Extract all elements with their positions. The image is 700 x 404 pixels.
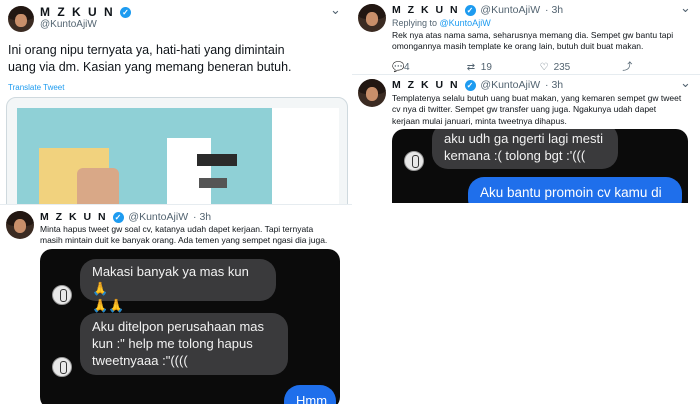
tweet-main: M Z K U N ✓ @KuntoAjiW ⌄ Ini orang nipu … (0, 0, 352, 230)
replying-to: Replying to @KuntoAjiW (392, 18, 491, 28)
more-icon[interactable]: ⌄ (680, 75, 691, 91)
chat-bubble-sent: Hmm (284, 385, 336, 404)
display-name[interactable]: M Z K U N ✓ @KuntoAjiW · 3h (392, 79, 563, 91)
avatar[interactable] (358, 79, 386, 107)
chat-bubble-sent: Aku bantu promoin cv kamu di (468, 177, 682, 203)
verified-badge-icon: ✓ (464, 4, 476, 16)
avatar[interactable] (8, 6, 34, 32)
chat-screenshot[interactable]: Makasi banyak ya mas kun🙏 🙏🙏 Aku ditelpo… (40, 249, 340, 404)
chat-bubble-received: aku udh ga ngerti lagi mesti kemana :( t… (432, 129, 618, 169)
retweet-icon[interactable]: ⇄ (467, 62, 481, 73)
more-icon[interactable]: ⌄ (680, 0, 691, 16)
display-name[interactable]: M Z K U N ✓ @KuntoAjiW · 3h (392, 4, 563, 16)
contact-avatar (52, 285, 72, 305)
reply-count: 4 (404, 62, 410, 73)
chat-screenshot[interactable]: aku udh ga ngerti lagi mesti kemana :( t… (392, 129, 688, 203)
user-handle[interactable]: @KuntoAjiW (40, 19, 97, 30)
translate-link[interactable]: Translate Tweet (8, 83, 64, 94)
chat-bubble-received: Aku ditelpon perusahaan mas kun :" help … (80, 313, 288, 375)
avatar[interactable] (6, 211, 34, 239)
tweet-text: Ini orang nipu ternyata ya, hati-hati ya… (8, 43, 292, 74)
retweet-count: 19 (480, 62, 492, 73)
more-icon[interactable]: ⌄ (330, 2, 341, 18)
reply-icon[interactable]: 💬 (392, 62, 404, 73)
share-icon[interactable]: ⤴ (622, 58, 632, 73)
display-name[interactable]: M Z K U N ✓ @KuntoAjiW · 3h (40, 211, 211, 223)
contact-avatar (404, 151, 424, 171)
tweet-text: Minta hapus tweet gw soal cv, katanya ud… (40, 224, 328, 246)
display-name[interactable]: M Z K U N ✓ (40, 5, 132, 19)
verified-badge-icon: ✓ (120, 7, 132, 19)
tweet-text: Rek nya atas nama sama, seharusnya meman… (392, 30, 674, 52)
contact-avatar (52, 357, 72, 377)
like-icon[interactable]: ♡ (540, 62, 554, 73)
like-count: 235 (553, 62, 571, 73)
tweet-text: Templatenya selalu butuh uang buat makan… (392, 93, 682, 126)
chat-bubble-received: Makasi banyak ya mas kun🙏 🙏🙏 (80, 259, 276, 313)
verified-badge-icon: ✓ (112, 211, 124, 223)
reply-tweet-1: M Z K U N ✓ @KuntoAjiW · 3h ⌄ Replying t… (352, 0, 700, 75)
avatar[interactable] (358, 4, 386, 32)
verified-badge-icon: ✓ (464, 79, 476, 91)
tweet-actions: 💬4 ⇄ 19 ♡ 235 ⤴ (392, 58, 632, 73)
reply-tweet-3: M Z K U N ✓ @KuntoAjiW · 3h Minta hapus … (0, 204, 352, 404)
reply-tweet-2: M Z K U N ✓ @KuntoAjiW · 3h ⌄ Templateny… (352, 75, 700, 203)
